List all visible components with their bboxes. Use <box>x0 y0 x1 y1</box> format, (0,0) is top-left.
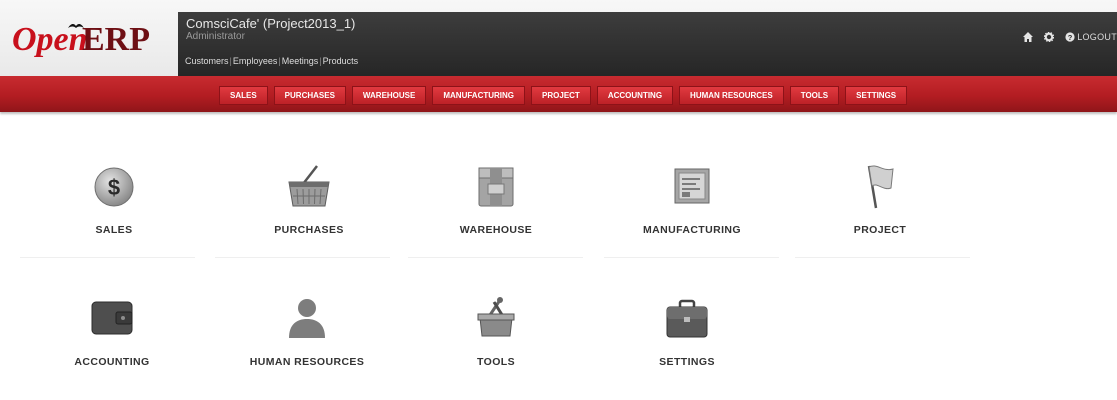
logo-erp-text: ERP <box>82 21 150 58</box>
row-divider <box>20 257 195 258</box>
menu-project[interactable]: PROJECT <box>531 86 591 105</box>
briefcase-icon <box>661 292 713 344</box>
user-name[interactable]: Administrator <box>186 31 245 42</box>
menu-sales[interactable]: SALES <box>219 86 268 105</box>
app-manufacturing[interactable]: MANUFACTURING <box>627 160 757 236</box>
app-warehouse[interactable]: WAREHOUSE <box>431 160 561 236</box>
app-purchases[interactable]: PURCHASES <box>244 160 374 236</box>
shortcut-employees[interactable]: Employees <box>233 56 278 66</box>
person-icon <box>281 292 333 344</box>
app-label: TOOLS <box>477 356 515 368</box>
app-label: HUMAN RESOURCES <box>249 356 365 368</box>
wallet-icon <box>86 292 138 344</box>
svg-text:?: ? <box>1068 33 1073 42</box>
menu-settings[interactable]: SETTINGS <box>845 86 908 105</box>
gear-icon[interactable] <box>1044 32 1054 42</box>
app-project[interactable]: PROJECT <box>815 160 945 236</box>
logout-link[interactable]: LOGOUT <box>1077 32 1117 42</box>
menu-accounting[interactable]: ACCOUNTING <box>596 86 674 105</box>
company-name[interactable]: ComsciCafe' (Project2013_1) <box>186 16 355 31</box>
menu-manufacturing[interactable]: MANUFACTURING <box>432 86 526 105</box>
row-divider <box>604 257 779 258</box>
menu-purchases[interactable]: PURCHASES <box>273 86 346 105</box>
openerp-logo[interactable]: Open ERP <box>10 19 175 65</box>
shortcut-products[interactable]: Products <box>323 56 359 66</box>
flag-icon <box>854 160 906 212</box>
top-bar: ComsciCafe' (Project2013_1) Administrato… <box>178 12 1117 76</box>
dollar-coin-icon: $ <box>88 160 140 212</box>
shortcut-customers[interactable]: Customers <box>185 56 229 66</box>
app-label: PROJECT <box>853 224 907 236</box>
app-label: SETTINGS <box>659 356 715 368</box>
shopping-basket-icon <box>283 160 335 212</box>
menu-human-resources[interactable]: HUMAN RESOURCES <box>679 86 784 105</box>
box-icon <box>470 160 522 212</box>
app-label: ACCOUNTING <box>74 356 150 368</box>
top-icons: ? <box>1023 32 1075 42</box>
machine-screen-icon <box>666 160 718 212</box>
menu-warehouse[interactable]: WAREHOUSE <box>351 86 427 105</box>
shortcut-bar: Customers|Employees|Meetings|Products <box>185 56 358 66</box>
row-divider <box>215 257 390 258</box>
row-divider <box>795 257 970 258</box>
home-icon[interactable] <box>1023 32 1033 42</box>
toolbox-icon <box>470 292 522 344</box>
help-icon[interactable]: ? <box>1065 32 1075 42</box>
app-label: WAREHOUSE <box>459 224 533 236</box>
app-tools[interactable]: TOOLS <box>431 292 561 368</box>
svg-text:$: $ <box>108 175 120 200</box>
header: Open ERP ComsciCafe' (Project2013_1) Adm… <box>0 0 1117 76</box>
main-menu-bar: SALES PURCHASES WAREHOUSE MANUFACTURING … <box>0 76 1117 112</box>
app-label: SALES <box>95 224 133 236</box>
app-human-resources[interactable]: HUMAN RESOURCES <box>242 292 372 368</box>
main-menu: SALES PURCHASES WAREHOUSE MANUFACTURING … <box>219 86 908 105</box>
row-divider <box>408 257 583 258</box>
app-sales[interactable]: $ SALES <box>49 160 179 236</box>
menu-tools[interactable]: TOOLS <box>789 86 840 105</box>
app-label: MANUFACTURING <box>643 224 741 236</box>
app-label: PURCHASES <box>274 224 344 236</box>
app-settings[interactable]: SETTINGS <box>622 292 752 368</box>
shortcut-meetings[interactable]: Meetings <box>282 56 319 66</box>
app-accounting[interactable]: ACCOUNTING <box>47 292 177 368</box>
